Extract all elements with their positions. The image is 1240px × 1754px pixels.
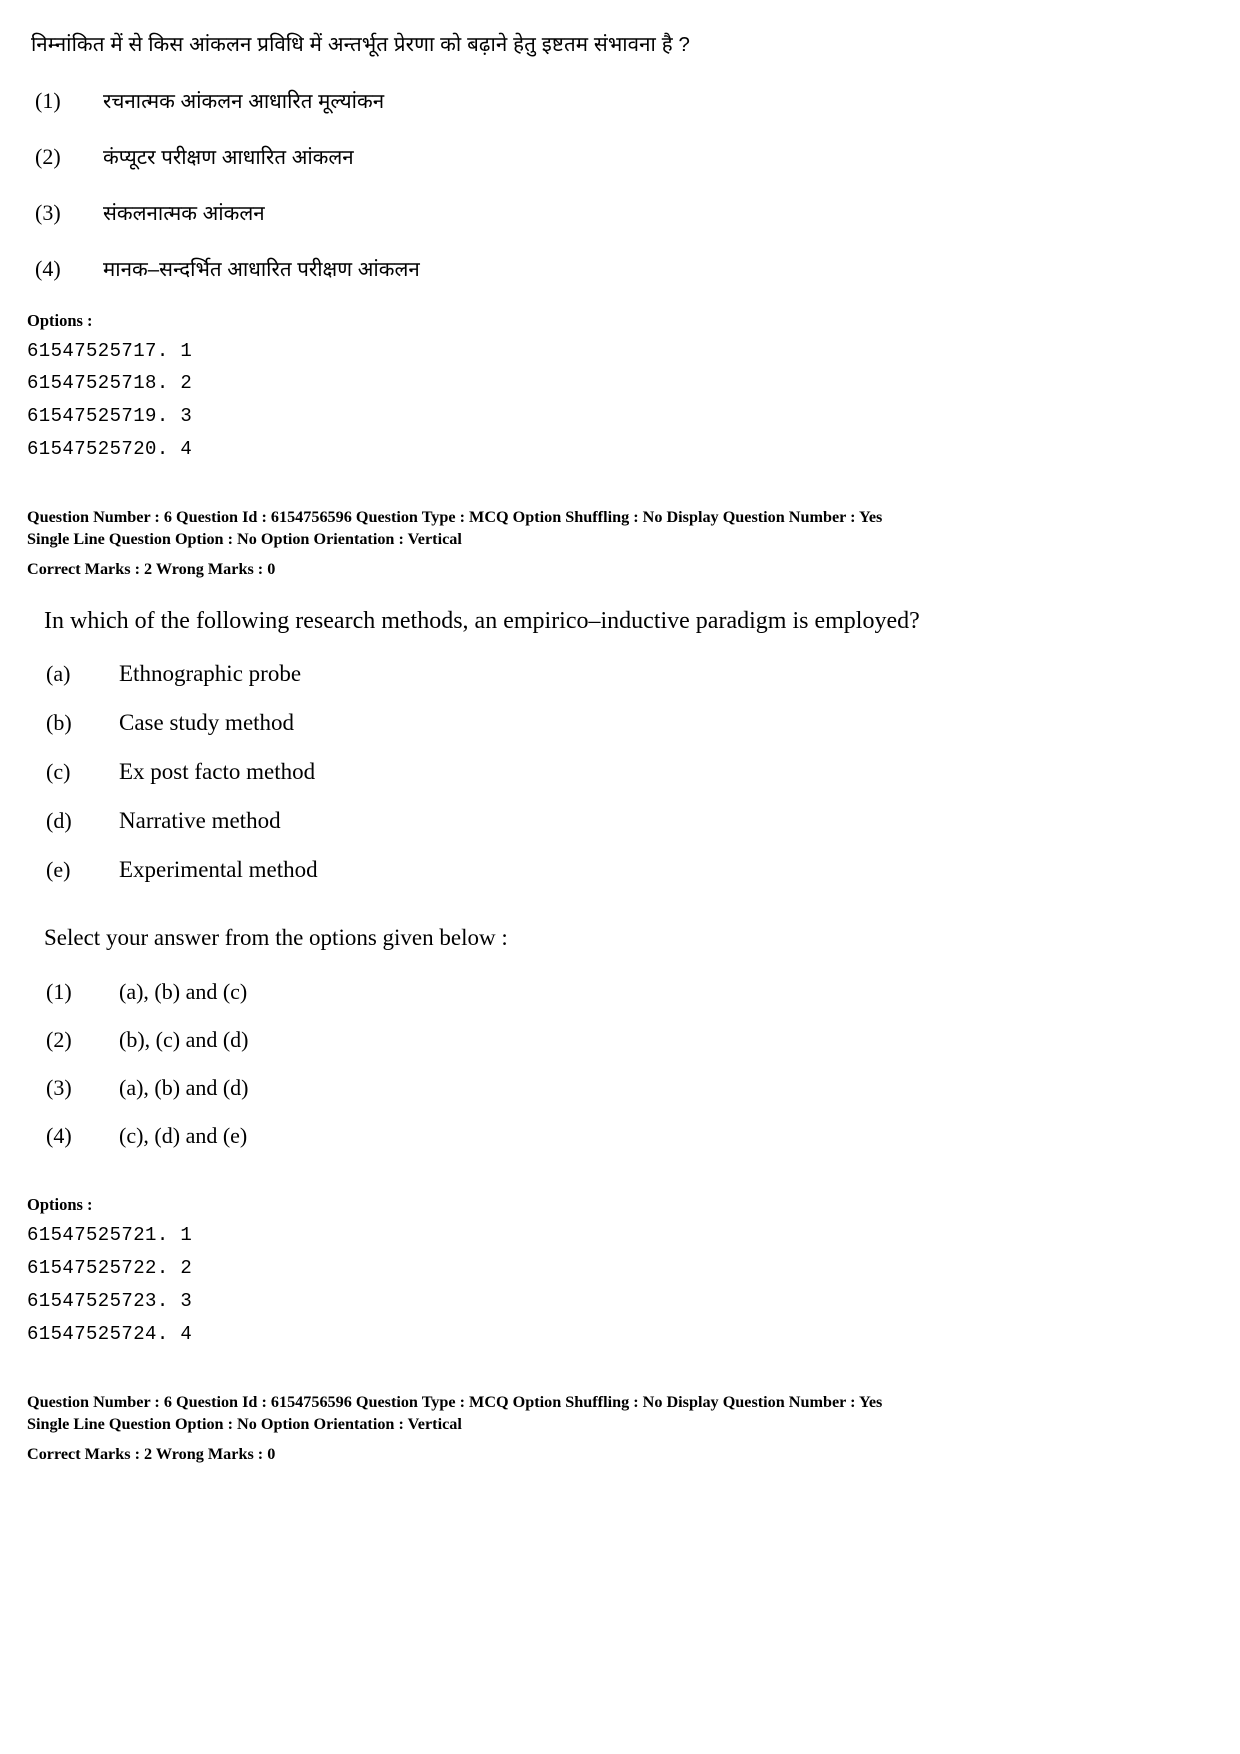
english-option-2-number: (2) (46, 1027, 72, 1053)
english-statement-d-label: (d) (46, 808, 72, 834)
hindi-option-3-number: (3) (35, 199, 61, 225)
english-options-header: Options : (27, 1195, 93, 1215)
english-statement-b: (b) Case study method (0, 710, 1240, 736)
english-option-1-text: (a), (b) and (c) (119, 979, 248, 1005)
hindi-question-text: निम्नांकित में से किस आंकलन प्रविधि में … (31, 33, 691, 56)
exam-question-page: निम्नांकित में से किस आंकलन प्रविधि में … (0, 0, 1240, 1754)
english-option-1[interactable]: (1) (a), (b) and (c) (0, 979, 1240, 1005)
hindi-options-header: Options : (27, 310, 93, 330)
english-statement-list: (a) Ethnographic probe (b) Case study me… (0, 661, 1240, 883)
english-option-4-text: (c), (d) and (e) (119, 1123, 248, 1149)
english-option-id-4: 61547525724. 4 (27, 1322, 193, 1345)
hindi-option-id-1: 61547525717. 1 (27, 339, 193, 362)
select-answer-instruction: Select your answer from the options give… (44, 925, 508, 951)
english-statement-c-label: (c) (46, 759, 71, 785)
hindi-option-4-text: मानक–सन्दर्भित आधारित परीक्षण आंकलन (103, 257, 420, 281)
hindi-option-list: (1) रचनात्मक आंकलन आधारित मूल्यांकन (2) … (0, 87, 1240, 283)
metadata-top-line-1: Question Number : 6 Question Id : 615475… (27, 508, 883, 527)
english-option-id-1: 61547525721. 1 (27, 1224, 193, 1247)
english-option-id-3: 61547525723. 3 (27, 1289, 193, 1312)
english-statement-c: (c) Ex post facto method (0, 759, 1240, 785)
english-option-3[interactable]: (3) (a), (b) and (d) (0, 1075, 1240, 1101)
question-metadata-bottom: Question Number : 6 Question Id : 615475… (27, 1392, 1240, 1465)
english-statement-a-label: (a) (46, 661, 71, 687)
english-statement-a-text: Ethnographic probe (119, 661, 302, 687)
english-option-2[interactable]: (2) (b), (c) and (d) (0, 1027, 1240, 1053)
hindi-option-1-number: (1) (35, 87, 61, 113)
english-option-1-number: (1) (46, 979, 72, 1005)
hindi-option-4[interactable]: (4) मानक–सन्दर्भित आधारित परीक्षण आंकलन (0, 255, 1240, 283)
english-statement-e: (e) Experimental method (0, 857, 1240, 883)
hindi-option-4-number: (4) (35, 255, 61, 281)
hindi-option-id-4: 61547525720. 4 (27, 437, 193, 460)
english-question-text: In which of the following research metho… (44, 608, 920, 635)
hindi-option-1-text: रचनात्मक आंकलन आधारित मूल्यांकन (103, 89, 385, 113)
hindi-option-3[interactable]: (3) संकलनात्मक आंकलन (0, 199, 1240, 227)
english-statement-b-label: (b) (46, 710, 72, 736)
english-option-3-text: (a), (b) and (d) (119, 1075, 249, 1101)
english-option-2-text: (b), (c) and (d) (119, 1027, 249, 1053)
hindi-option-3-text: संकलनात्मक आंकलन (103, 201, 265, 225)
english-option-4-number: (4) (46, 1123, 72, 1149)
metadata-top-line-2: Single Line Question Option : No Option … (27, 529, 462, 548)
english-option-3-number: (3) (46, 1075, 72, 1101)
question-metadata-top: Question Number : 6 Question Id : 615475… (27, 507, 1240, 580)
english-statement-c-text: Ex post facto method (119, 759, 316, 785)
metadata-top-marks: Correct Marks : 2 Wrong Marks : 0 (27, 560, 276, 579)
english-option-list: (1) (a), (b) and (c) (2) (b), (c) and (d… (0, 979, 1240, 1149)
english-statement-e-text: Experimental method (119, 857, 318, 883)
metadata-bottom-line-2: Single Line Question Option : No Option … (27, 1414, 462, 1433)
english-statement-a: (a) Ethnographic probe (0, 661, 1240, 687)
english-statement-b-text: Case study method (119, 710, 295, 736)
hindi-option-2[interactable]: (2) कंप्यूटर परीक्षण आधारित आंकलन (0, 143, 1240, 171)
english-option-4[interactable]: (4) (c), (d) and (e) (0, 1123, 1240, 1149)
hindi-option-2-text: कंप्यूटर परीक्षण आधारित आंकलन (103, 145, 354, 169)
metadata-bottom-marks: Correct Marks : 2 Wrong Marks : 0 (27, 1444, 276, 1463)
hindi-option-1[interactable]: (1) रचनात्मक आंकलन आधारित मूल्यांकन (0, 87, 1240, 115)
english-statement-e-label: (e) (46, 857, 71, 883)
english-statement-d-text: Narrative method (119, 808, 281, 834)
hindi-option-id-3: 61547525719. 3 (27, 405, 193, 428)
metadata-bottom-line-1: Question Number : 6 Question Id : 615475… (27, 1393, 883, 1412)
hindi-option-id-2: 61547525718. 2 (27, 372, 193, 395)
english-option-id-2: 61547525722. 2 (27, 1257, 193, 1280)
hindi-option-2-number: (2) (35, 143, 61, 169)
english-statement-d: (d) Narrative method (0, 808, 1240, 834)
